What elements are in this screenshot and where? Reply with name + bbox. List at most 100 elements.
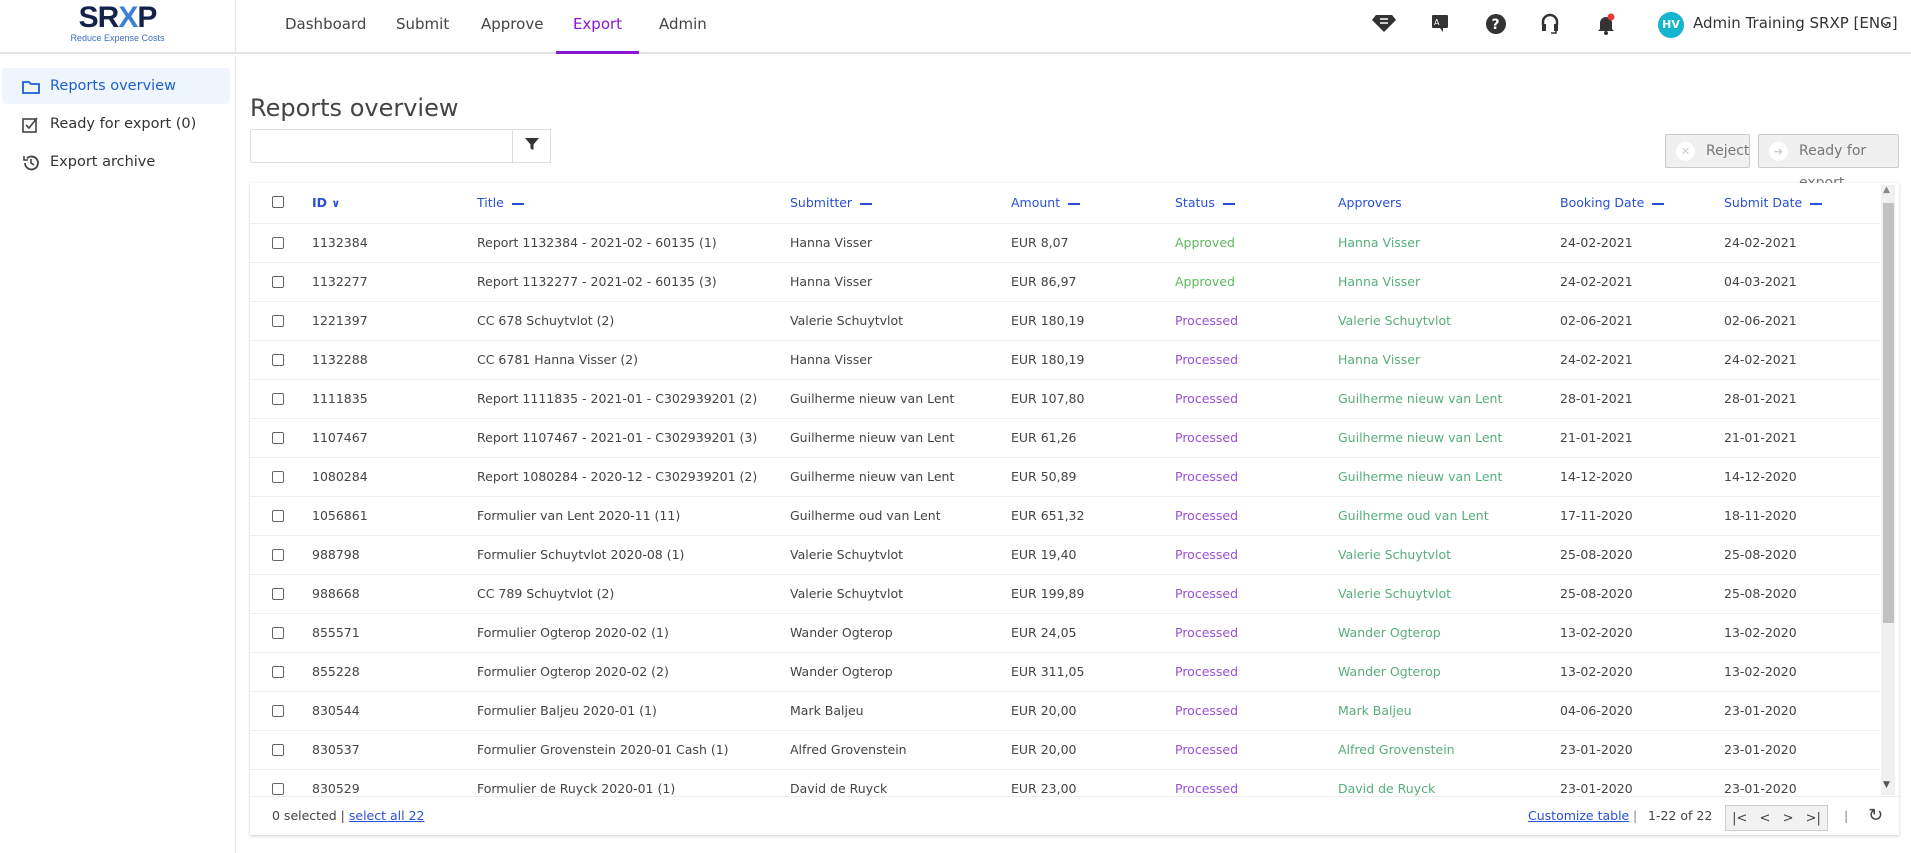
cell-submitter: Valerie Schuytvlot [790,547,904,562]
refresh-icon[interactable]: ↻ [1868,797,1883,835]
help-icon[interactable]: ? [1484,13,1508,37]
column-header-booking-date[interactable]: Booking Date [1560,183,1665,222]
filter-button[interactable] [512,129,551,163]
cell-id: 830529 [312,781,360,796]
nav-admin[interactable]: Admin [659,0,707,54]
cell-booking-date: 23-01-2020 [1560,742,1633,757]
customize-table-link[interactable]: Customize table [1528,797,1629,835]
cell-approvers: Wander Ogterop [1338,664,1441,679]
nav-approve[interactable]: Approve [481,0,543,54]
pagination-controls: |< < > >| [1725,805,1828,831]
table-row[interactable]: 855228 Formulier Ogterop 2020-02 (2) Wande… [250,652,1880,691]
row-checkbox[interactable] [272,393,284,405]
row-checkbox[interactable] [272,510,284,522]
superhero-icon[interactable] [1372,13,1396,37]
scroll-up-icon[interactable]: ▲ [1883,185,1890,195]
column-header-submit-date[interactable]: Submit Date [1724,183,1823,222]
sidebar-item-label: Ready for export (0) [50,116,197,132]
table-row[interactable]: 1056861 Formulier van Lent 2020-11 (11) Gu… [250,496,1880,535]
cell-submit-date: 28-01-2021 [1724,391,1797,406]
prev-page-icon[interactable]: < [1760,811,1771,826]
first-page-icon[interactable]: |< [1732,811,1747,826]
table-row[interactable]: 1107467 Report 1107467 - 2021-01 - C30293… [250,418,1880,457]
translate-icon[interactable]: A [1428,13,1452,37]
cell-title: Formulier Schuytvlot 2020-08 (1) [477,547,685,562]
scrollbar-thumb[interactable] [1883,203,1894,623]
table-row[interactable]: 1132288 CC 6781 Hanna Visser (2) Hanna Vis… [250,340,1880,379]
sort-desc-icon: ∨ [331,197,341,210]
table-row[interactable]: 988668 CC 789 Schuytvlot (2) Valerie Schuy… [250,574,1880,613]
row-checkbox[interactable] [272,432,284,444]
table-row[interactable]: 830529 Formulier de Ruyck 2020-01 (1) Davi… [250,769,1880,796]
cell-amount: EUR 107,80 [1011,391,1085,406]
headset-icon[interactable] [1538,13,1562,37]
table-row[interactable]: 1132277 Report 1132277 - 2021-02 - 60135 … [250,262,1880,301]
cell-status: Processed [1175,391,1239,406]
last-page-icon[interactable]: >| [1806,811,1821,826]
column-header-title[interactable]: Title [477,183,524,222]
cell-submitter: Alfred Grovenstein [790,742,907,757]
row-checkbox[interactable] [272,315,284,327]
row-checkbox[interactable] [272,471,284,483]
ready-for-export-button[interactable]: ➜Ready for export [1758,134,1899,191]
cell-status: Approved [1175,274,1235,289]
column-header-status[interactable]: Status [1175,183,1235,222]
cell-status: Processed [1175,352,1239,367]
cell-amount: EUR 50,89 [1011,469,1077,484]
table-row[interactable]: 988798 Formulier Schuytvlot 2020-08 (1) Va… [250,535,1880,574]
cell-title: Formulier Grovenstein 2020-01 Cash (1) [477,742,729,757]
notification-bell-icon[interactable] [1594,13,1618,37]
user-name[interactable]: Admin Training SRXP [ENG] [1693,14,1898,32]
row-checkbox[interactable] [272,666,284,678]
column-header-id[interactable]: ID ∨ [312,183,340,222]
sidebar-item-reports-overview[interactable]: Reports overview [2,68,230,104]
row-checkbox[interactable] [272,627,284,639]
row-checkbox[interactable] [272,549,284,561]
reject-button[interactable]: ✕ Reject [1665,134,1750,168]
row-checkbox[interactable] [272,744,284,756]
row-checkbox[interactable] [272,276,284,288]
logo[interactable]: SRXP Reduce Expense Costs [0,0,236,54]
table-row[interactable]: 1111835 Report 1111835 - 2021-01 - C30293… [250,379,1880,418]
cell-id: 988668 [312,586,360,601]
table-row[interactable]: 1221397 CC 678 Schuytvlot (2) Valerie Schu… [250,301,1880,340]
select-all-checkbox[interactable] [272,196,284,208]
sidebar-item-ready-for-export[interactable]: Ready for export (0) [2,106,230,142]
row-checkbox[interactable] [272,783,284,795]
cell-booking-date: 02-06-2021 [1560,313,1633,328]
table-row[interactable]: 1132384 Report 1132384 - 2021-02 - 60135 … [250,223,1880,262]
cell-submitter: Mark Baljeu [790,703,864,718]
table-row[interactable]: 830544 Formulier Baljeu 2020-01 (1) Mark B… [250,691,1880,730]
nav-dashboard[interactable]: Dashboard [285,0,366,54]
select-all-link[interactable]: select all 22 [349,808,425,823]
cell-amount: EUR 23,00 [1011,781,1077,796]
cell-id: 855571 [312,625,360,640]
nav-submit[interactable]: Submit [396,0,449,54]
cell-approvers: Guilherme nieuw van Lent [1338,430,1503,445]
row-checkbox[interactable] [272,705,284,717]
table-row[interactable]: 855571 Formulier Ogterop 2020-02 (1) Wande… [250,613,1880,652]
filter-icon [524,137,539,155]
nav-export[interactable]: Export [556,0,639,54]
table-row[interactable]: 830537 Formulier Grovenstein 2020-01 Cash… [250,730,1880,769]
avatar[interactable]: HV [1658,12,1684,38]
sidebar-item-export-archive[interactable]: Export archive [2,144,230,180]
cell-submit-date: 24-02-2021 [1724,235,1797,250]
column-header-approvers[interactable]: Approvers [1338,183,1402,222]
next-page-icon[interactable]: > [1783,811,1794,826]
chevron-down-icon[interactable]: ⌄ [1880,14,1892,30]
scroll-down-icon[interactable]: ▼ [1883,780,1890,790]
column-header-submitter[interactable]: Submitter [790,183,873,222]
table-body: 1132384 Report 1132384 - 2021-02 - 60135 … [250,223,1880,796]
cell-id: 988798 [312,547,360,562]
table-row[interactable]: 1080284 Report 1080284 - 2020-12 - C30293… [250,457,1880,496]
row-checkbox[interactable] [272,588,284,600]
search-input[interactable] [250,129,513,163]
cell-approvers: Guilherme oud van Lent [1338,508,1489,523]
cell-title: Formulier van Lent 2020-11 (11) [477,508,681,523]
column-header-amount[interactable]: Amount [1011,183,1081,222]
row-checkbox[interactable] [272,354,284,366]
row-checkbox[interactable] [272,237,284,249]
cell-status: Processed [1175,703,1239,718]
cell-title: CC 789 Schuytvlot (2) [477,586,615,601]
